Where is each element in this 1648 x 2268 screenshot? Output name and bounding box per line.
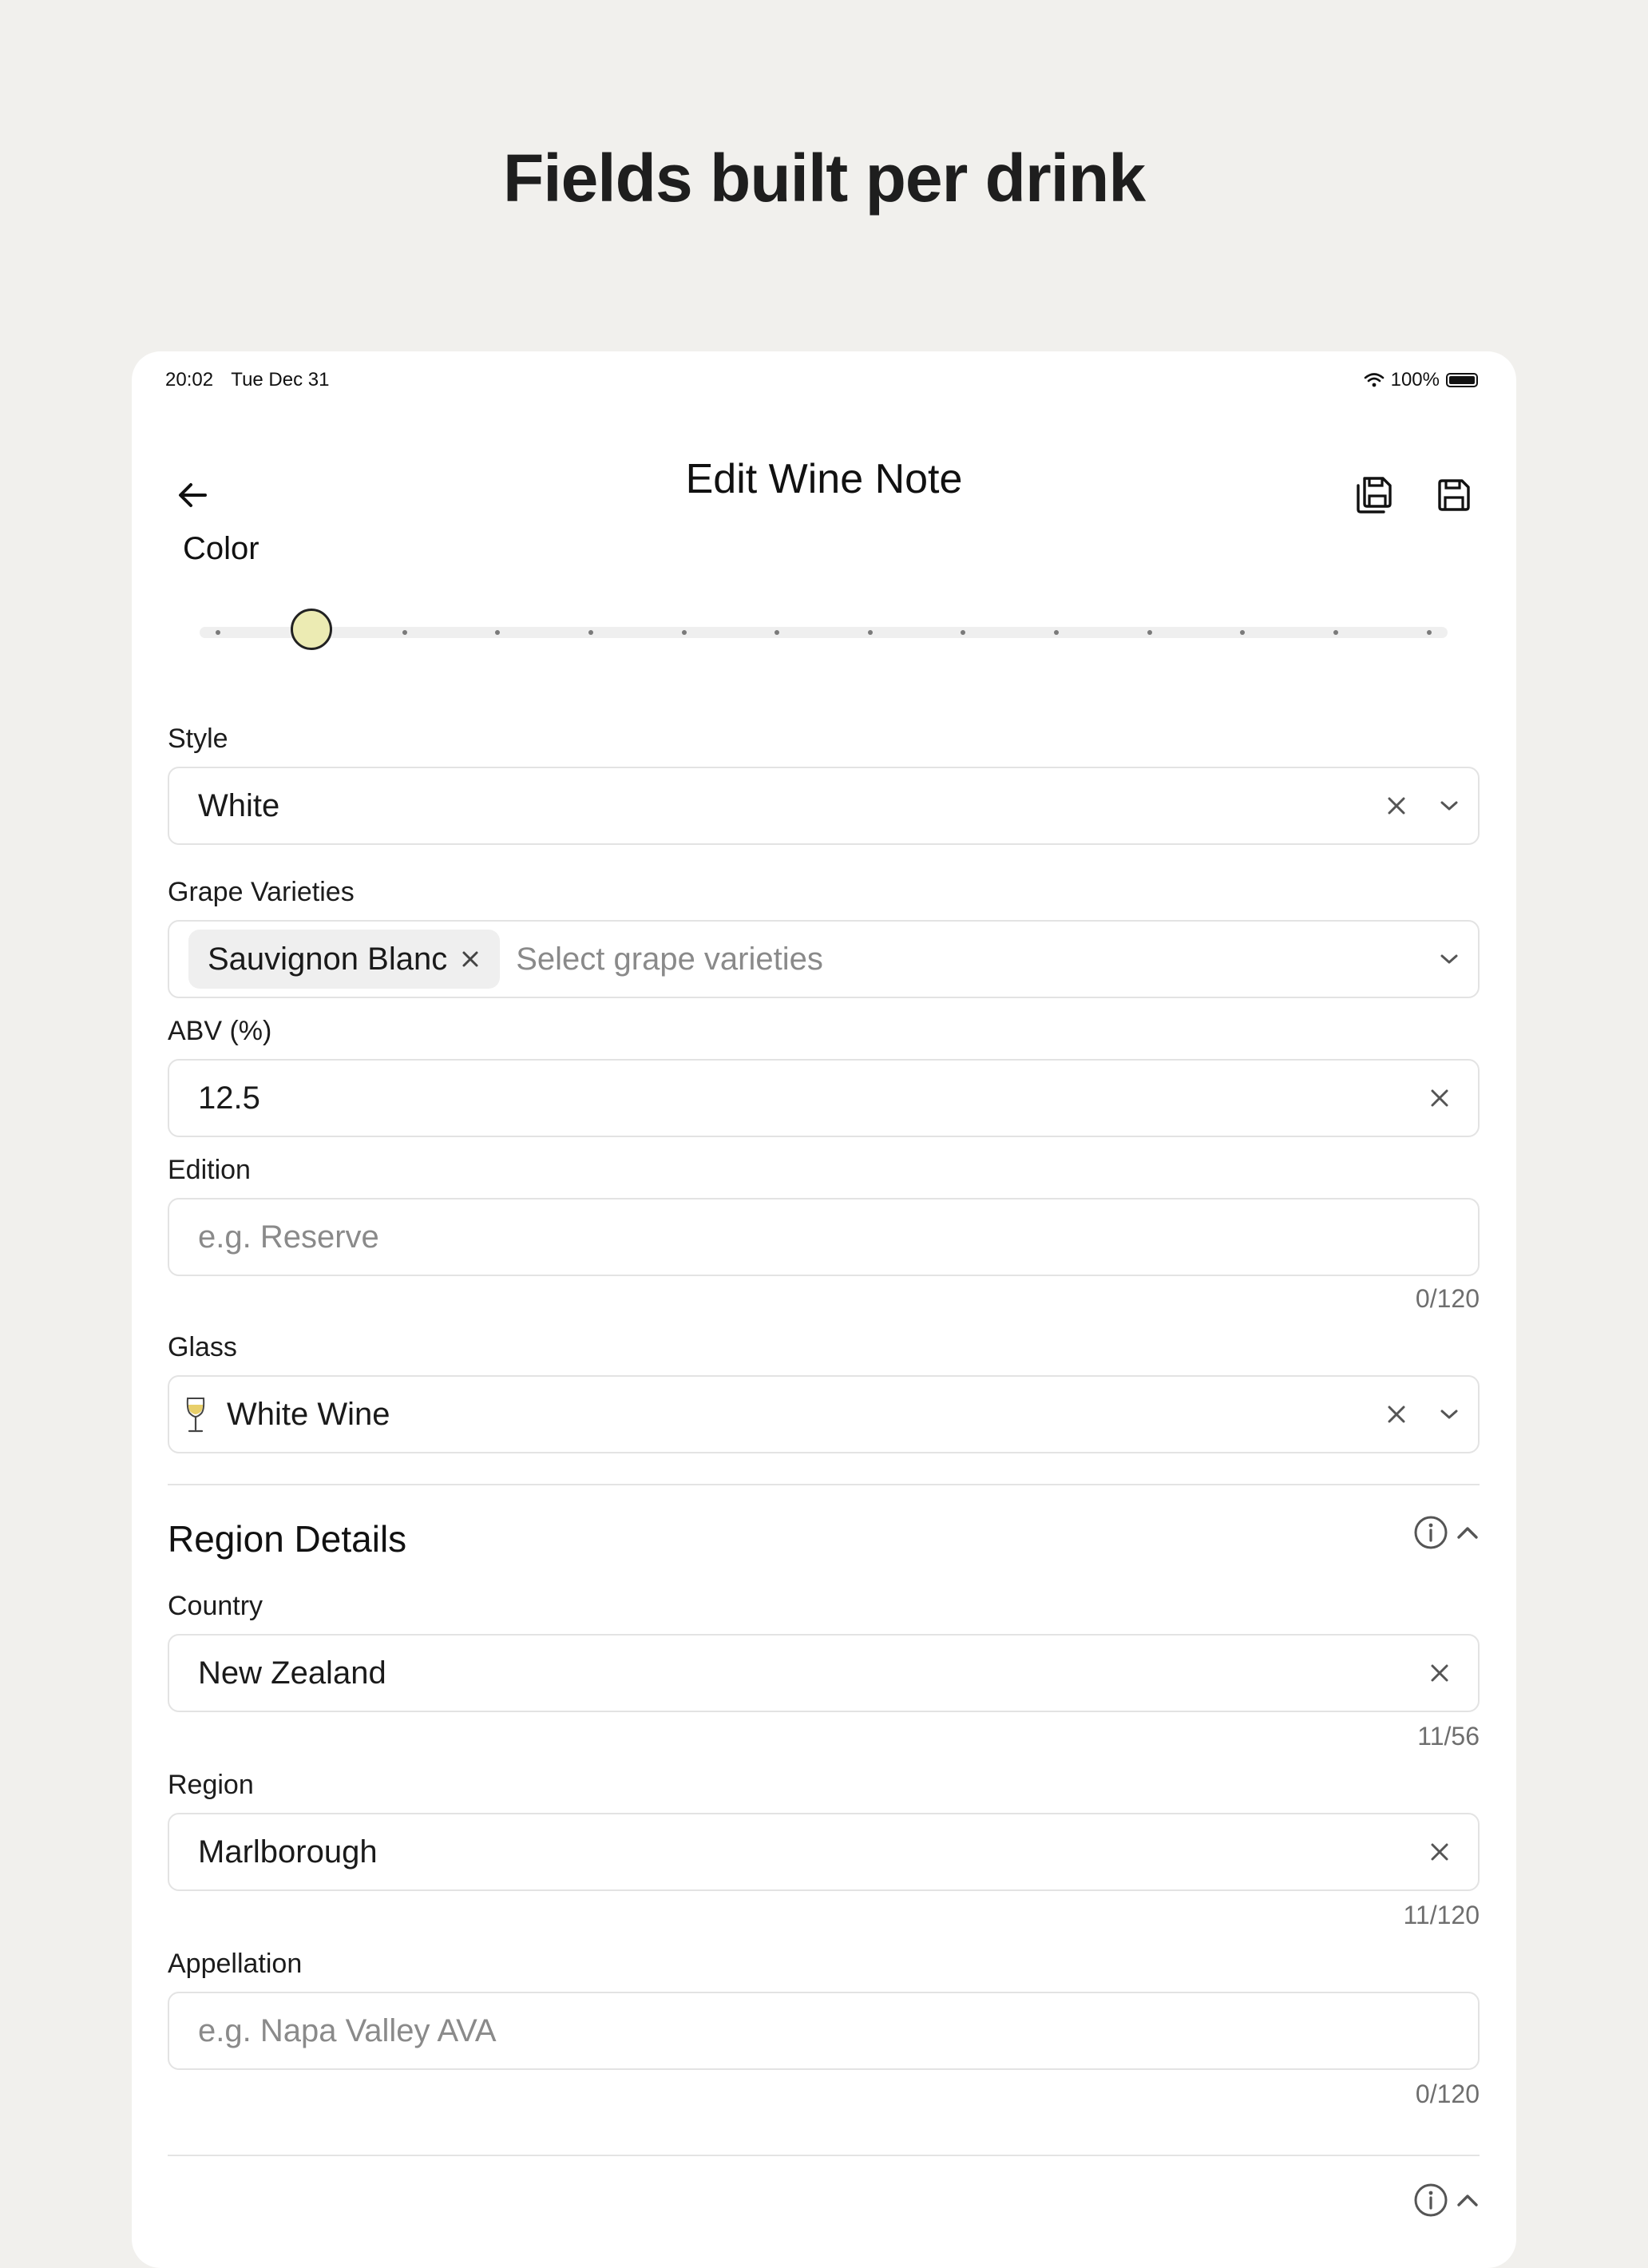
color-slider[interactable]	[200, 609, 1448, 650]
tablet-screen: 20:02 Tue Dec 31 100% Edit Wine Note Col…	[132, 351, 1516, 2268]
style-select[interactable]: White	[168, 767, 1480, 845]
abv-clear-button[interactable]	[1416, 1061, 1464, 1136]
abv-value: 12.5	[198, 1080, 260, 1116]
color-step-dot[interactable]	[1147, 630, 1152, 635]
edition-label: Edition	[168, 1155, 251, 1185]
glass-label: Glass	[168, 1332, 237, 1362]
appellation-char-counter: 0/120	[1415, 2080, 1480, 2108]
color-step-dot[interactable]	[402, 630, 407, 635]
region-char-counter: 11/120	[1403, 1901, 1480, 1929]
country-value: New Zealand	[198, 1655, 386, 1691]
color-step-dot[interactable]	[216, 630, 221, 635]
status-bar: 20:02 Tue Dec 31 100%	[132, 351, 1516, 407]
status-time: 20:02	[165, 369, 214, 391]
abv-label: ABV (%)	[168, 1016, 272, 1046]
navigation-bar: Edit Wine Note	[132, 431, 1516, 519]
color-slider-thumb[interactable]	[291, 609, 333, 650]
chip-remove-icon[interactable]	[460, 949, 481, 969]
country-label: Country	[168, 1591, 263, 1621]
section-divider	[168, 2155, 1480, 2156]
grape-chip: Sauvignon Blanc	[188, 930, 501, 989]
color-step-dot[interactable]	[1426, 630, 1432, 635]
glass-select[interactable]: White Wine	[168, 1375, 1480, 1453]
chevron-down-icon	[1440, 1410, 1458, 1419]
grape-varieties-dropdown-button[interactable]	[1425, 922, 1473, 997]
close-icon	[1431, 1843, 1448, 1861]
style-dropdown-button[interactable]	[1425, 768, 1473, 843]
region-input[interactable]: Marlborough	[168, 1813, 1480, 1891]
glass-value: White Wine	[227, 1396, 390, 1432]
color-label: Color	[183, 531, 259, 566]
chevron-down-icon	[1440, 954, 1458, 964]
appellation-label: Appellation	[168, 1949, 303, 1979]
appellation-input[interactable]: e.g. Napa Valley AVA	[168, 1992, 1480, 2070]
style-label: Style	[168, 724, 228, 754]
wifi-icon	[1364, 373, 1384, 387]
color-step-dot[interactable]	[681, 630, 687, 635]
save-icon	[1438, 479, 1470, 511]
info-icon[interactable]	[1412, 1514, 1449, 1551]
country-clear-button[interactable]	[1416, 1636, 1464, 1711]
color-step-dot[interactable]	[588, 630, 593, 635]
close-icon	[1388, 1406, 1405, 1423]
save-as-button[interactable]	[1342, 463, 1406, 527]
grape-varieties-select[interactable]: Sauvignon Blanc Select grape varieties	[168, 920, 1480, 998]
grape-chip-label: Sauvignon Blanc	[208, 941, 448, 977]
save-copy-icon	[1357, 477, 1392, 513]
close-icon	[1388, 797, 1405, 815]
region-label: Region	[168, 1770, 254, 1800]
chevron-up-icon[interactable]	[1454, 2187, 1481, 2214]
country-input[interactable]: New Zealand	[168, 1634, 1480, 1712]
country-char-counter: 11/56	[1417, 1722, 1480, 1751]
section-divider	[168, 1484, 1480, 1485]
appellation-placeholder: e.g. Napa Valley AVA	[198, 2012, 497, 2048]
grape-varieties-placeholder: Select grape varieties	[516, 941, 823, 977]
color-step-dot[interactable]	[1240, 630, 1246, 635]
marketing-headline: Fields built per drink	[502, 141, 1146, 216]
chevron-up-icon[interactable]	[1454, 1519, 1481, 1546]
edition-input[interactable]: e.g. Reserve	[168, 1198, 1480, 1276]
abv-input[interactable]: 12.5	[168, 1059, 1480, 1137]
color-step-dot[interactable]	[774, 630, 780, 635]
page-title: Edit Wine Note	[685, 456, 963, 502]
color-step-dot[interactable]	[1333, 630, 1338, 635]
info-icon[interactable]	[1412, 2182, 1449, 2218]
color-step-dot[interactable]	[867, 630, 873, 635]
glass-clear-button[interactable]	[1373, 1377, 1420, 1452]
color-step-dot[interactable]	[1054, 630, 1060, 635]
battery-percent: 100%	[1390, 369, 1440, 391]
edition-placeholder: e.g. Reserve	[198, 1219, 379, 1255]
region-clear-button[interactable]	[1416, 1814, 1464, 1889]
glass-dropdown-button[interactable]	[1425, 1377, 1473, 1452]
style-clear-button[interactable]	[1373, 768, 1420, 843]
style-value: White	[198, 787, 280, 823]
status-date: Tue Dec 31	[231, 369, 330, 391]
region-value: Marlborough	[198, 1834, 378, 1870]
region-details-controls	[1412, 1514, 1481, 1551]
grape-varieties-label: Grape Varieties	[168, 877, 355, 907]
battery-icon	[1446, 373, 1478, 387]
close-icon	[1431, 1664, 1448, 1682]
region-details-title: Region Details	[168, 1518, 407, 1560]
save-button[interactable]	[1422, 463, 1486, 527]
color-step-dot[interactable]	[495, 630, 501, 635]
wine-glass-icon	[186, 1398, 205, 1433]
close-icon	[1431, 1089, 1448, 1107]
color-step-dot[interactable]	[961, 630, 966, 635]
next-section-controls	[1412, 2182, 1481, 2218]
edition-char-counter: 0/120	[1415, 1284, 1480, 1313]
chevron-down-icon	[1440, 801, 1458, 811]
